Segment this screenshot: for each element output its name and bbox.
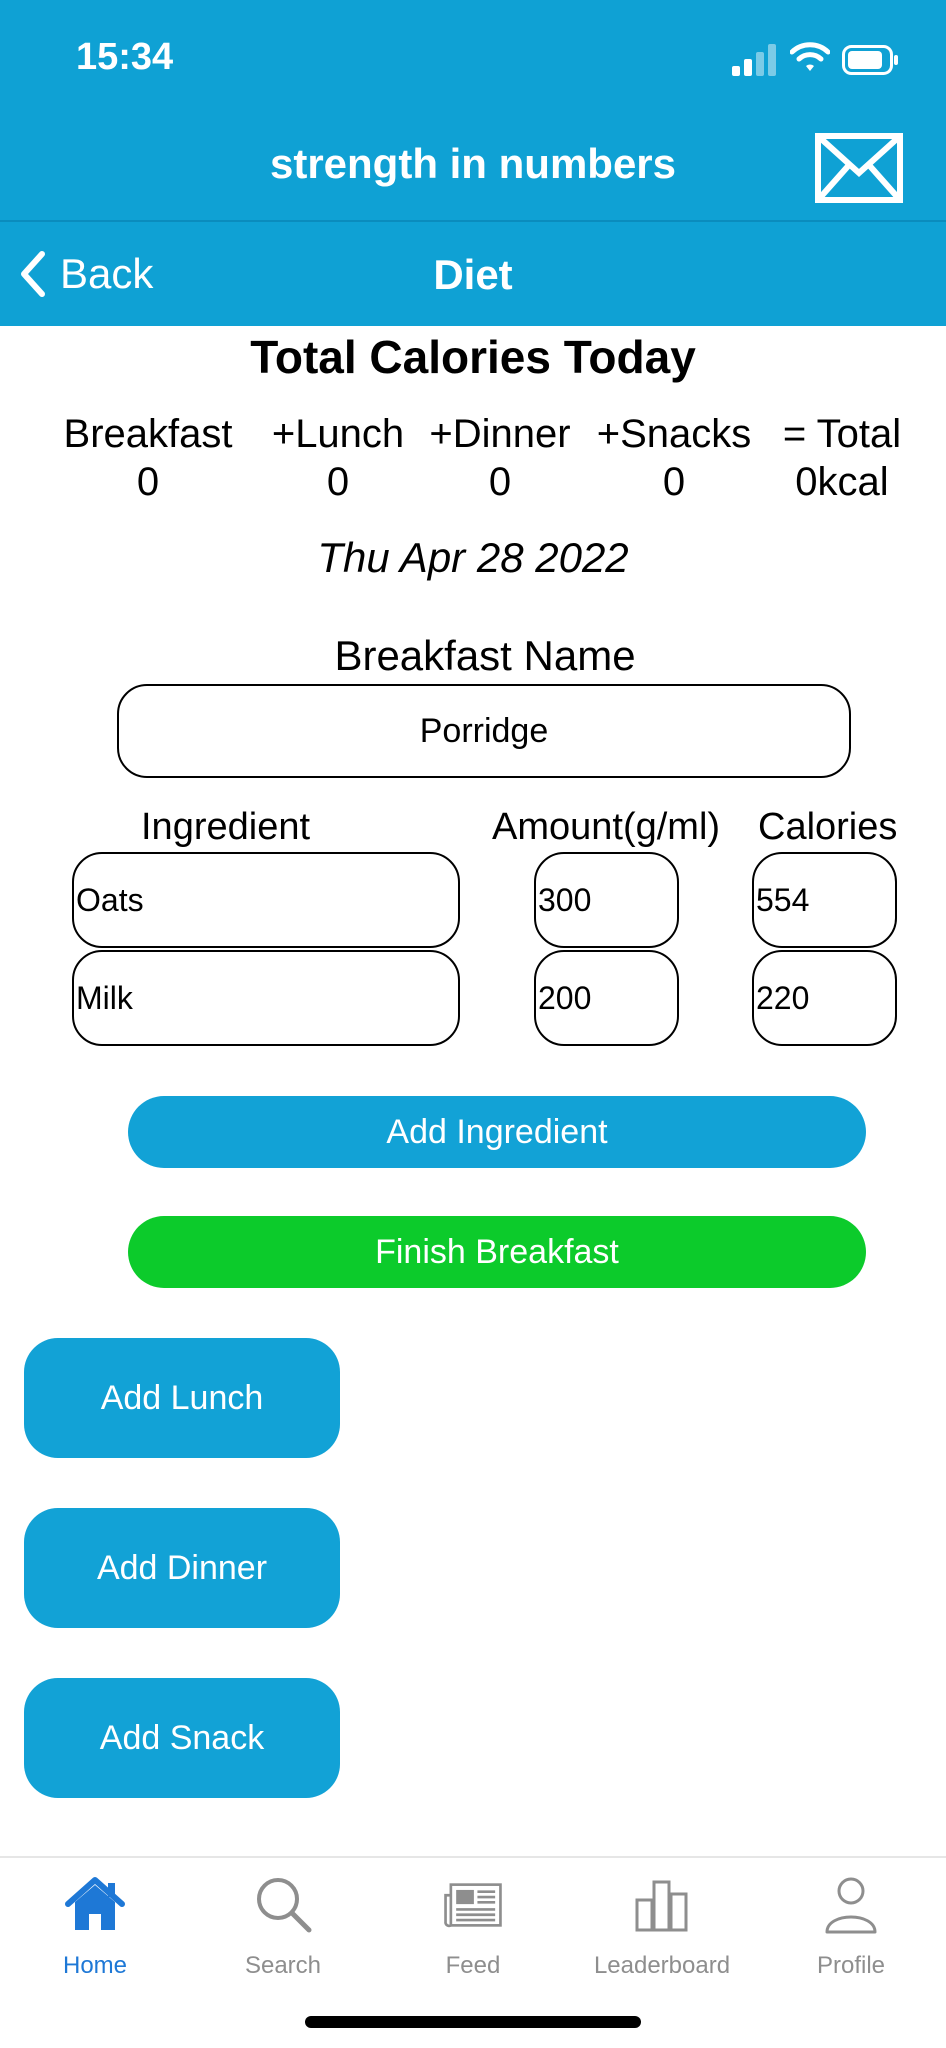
chevron-left-icon	[21, 251, 45, 297]
back-button[interactable]: Back	[18, 246, 153, 302]
ingredient-calories-input[interactable]: 554	[752, 852, 897, 948]
cellular-signal-icon	[732, 44, 776, 76]
app-title: strength in numbers	[269, 140, 677, 187]
calories-column-header: Calories	[758, 806, 898, 848]
ingredient-column-header: Ingredient	[141, 806, 311, 848]
home-icon	[65, 1877, 125, 1930]
ingredient-name-input[interactable]: Oats	[72, 852, 460, 948]
mail-icon[interactable]	[815, 133, 903, 203]
summary-lunch-label: +Lunch	[271, 412, 405, 456]
wifi-icon	[790, 42, 830, 71]
tab-home-label: Home	[62, 1952, 128, 1979]
header-divider	[0, 220, 946, 222]
ingredient-calories-input[interactable]: 220	[752, 950, 897, 1046]
summary-total-value: 0kcal	[795, 460, 889, 504]
add-lunch-button[interactable]: Add Lunch	[24, 1338, 340, 1458]
ingredient-amount-input[interactable]: 300	[534, 852, 679, 948]
summary-total-label: = Total	[782, 412, 902, 456]
summary-breakfast-label: Breakfast	[63, 412, 233, 456]
summary-breakfast: Breakfast 0	[58, 410, 238, 506]
search-icon	[257, 1878, 312, 1933]
tab-search-label: Search	[244, 1952, 322, 1979]
tab-leaderboard-label: Leaderboard	[593, 1952, 731, 1979]
bar-chart-icon	[635, 1880, 688, 1932]
tabbar-divider	[0, 1856, 946, 1858]
tab-profile[interactable]: Profile	[756, 1866, 946, 1986]
add-ingredient-button[interactable]: Add Ingredient	[128, 1096, 866, 1168]
status-time: 15:34	[76, 36, 174, 78]
tab-profile-label: Profile	[816, 1952, 886, 1979]
summary-snacks-value: 0	[662, 460, 686, 504]
meal-name-label: Breakfast Name	[334, 632, 636, 679]
summary-dinner: +Dinner 0	[410, 410, 590, 506]
calories-summary-title: Total Calories Today	[250, 331, 696, 383]
amount-column-header: Amount(g/ml)	[492, 806, 721, 848]
tab-leaderboard[interactable]: Leaderboard	[567, 1866, 757, 1986]
summary-snacks-label: +Snacks	[596, 412, 752, 456]
newspaper-icon	[444, 1883, 502, 1928]
finish-breakfast-button[interactable]: Finish Breakfast	[128, 1216, 866, 1288]
ingredient-name-input[interactable]: Milk	[72, 950, 460, 1046]
battery-icon	[842, 45, 898, 75]
summary-lunch: +Lunch 0	[248, 410, 428, 506]
summary-snacks: +Snacks 0	[584, 410, 764, 506]
person-icon	[825, 1877, 877, 1934]
summary-dinner-label: +Dinner	[429, 412, 571, 456]
current-date: Thu Apr 28 2022	[317, 534, 629, 581]
tab-feed-label: Feed	[445, 1952, 501, 1979]
summary-dinner-value: 0	[488, 460, 512, 504]
summary-breakfast-value: 0	[136, 460, 160, 504]
add-dinner-button[interactable]: Add Dinner	[24, 1508, 340, 1628]
tab-feed[interactable]: Feed	[378, 1866, 568, 1986]
back-label: Back	[60, 250, 154, 297]
tab-home[interactable]: Home	[0, 1866, 190, 1986]
summary-lunch-value: 0	[326, 460, 350, 504]
tab-search[interactable]: Search	[188, 1866, 378, 1986]
meal-name-input[interactable]: Porridge	[117, 684, 851, 778]
summary-total: = Total 0kcal	[752, 410, 932, 506]
home-indicator	[305, 2016, 641, 2028]
add-snack-button[interactable]: Add Snack	[24, 1678, 340, 1798]
ingredient-amount-input[interactable]: 200	[534, 950, 679, 1046]
